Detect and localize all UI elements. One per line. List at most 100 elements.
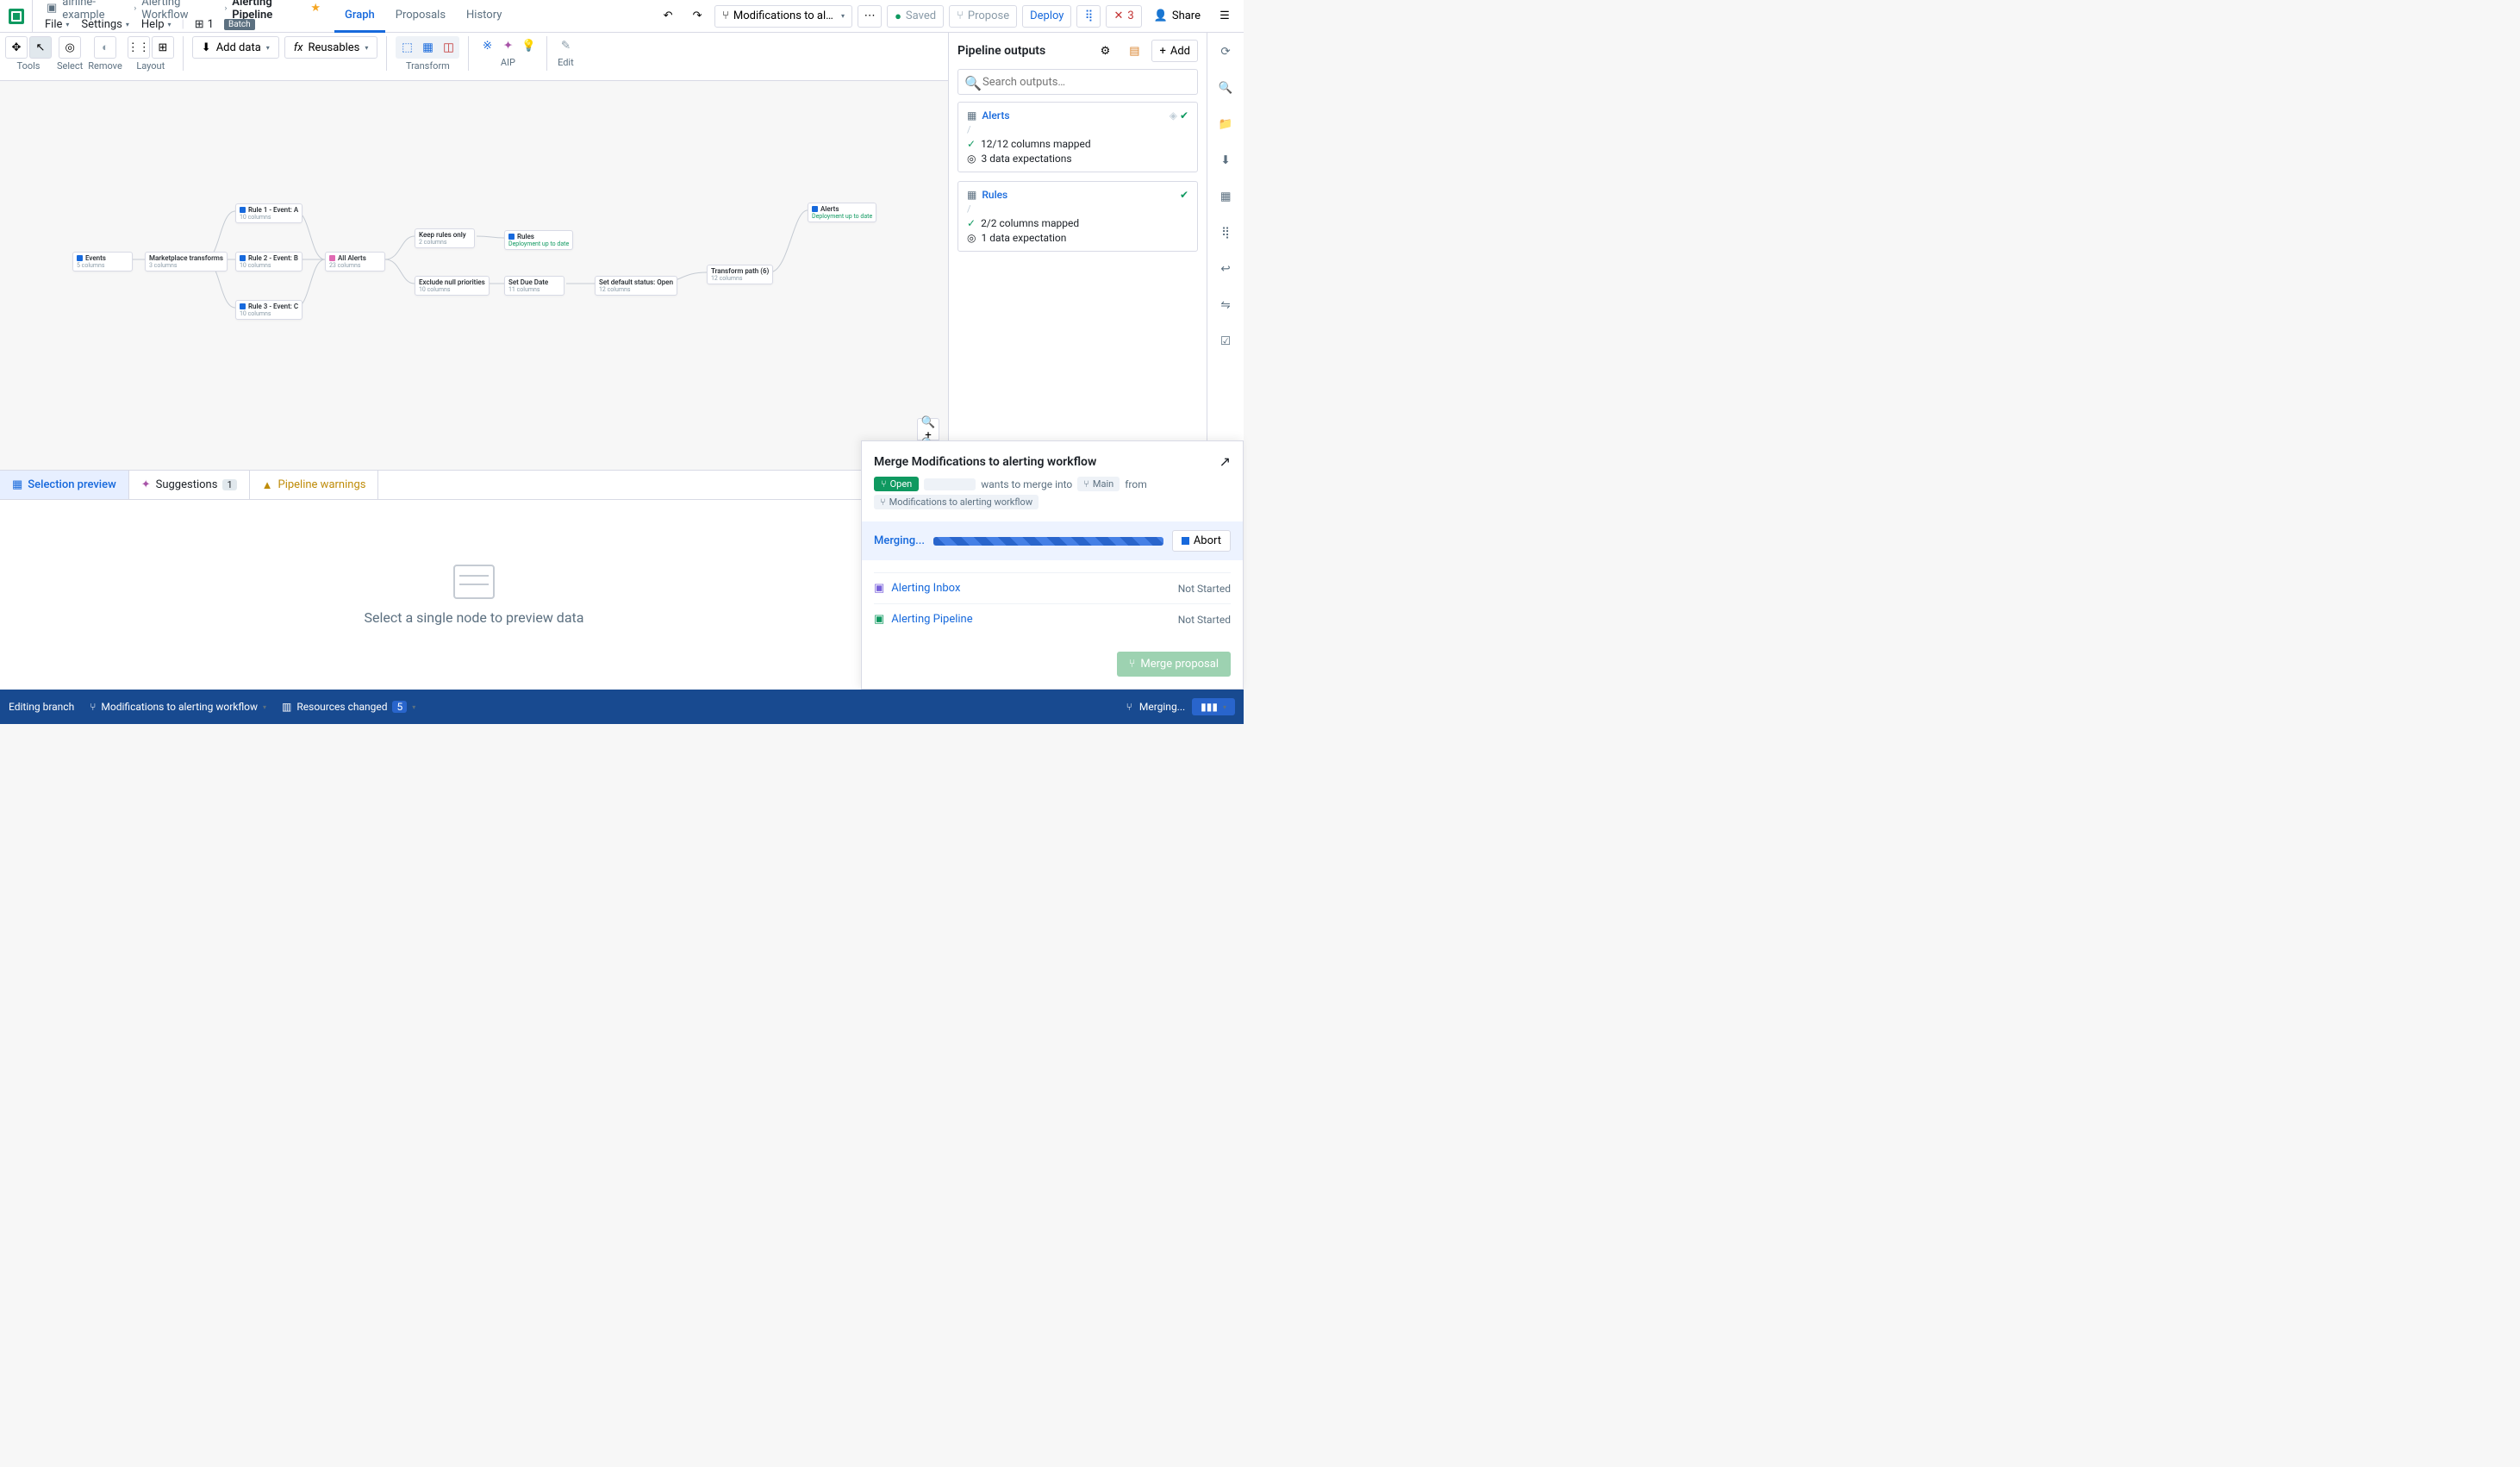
output-item[interactable]: ▦ Rules ✔ / ✓2/2 columns mapped ◎1 data … (957, 181, 1198, 252)
tab-graph[interactable]: Graph (334, 0, 385, 33)
menu-settings[interactable]: Settings▾ (76, 18, 134, 31)
transform-label: Transform (406, 60, 450, 72)
pointer-tool[interactable]: ↖ (29, 36, 52, 59)
graph-canvas[interactable]: Events 5 columns Marketplace transforms … (0, 81, 948, 470)
tab-pipeline-warnings[interactable]: ▲ Pipeline warnings (250, 471, 379, 499)
tab-history[interactable]: History (456, 0, 512, 33)
check-icon: ● (895, 9, 901, 23)
check-circle-icon: ✔ (1180, 109, 1188, 122)
aip-1[interactable]: ※ (477, 36, 496, 55)
search-outputs-input[interactable] (957, 69, 1198, 95)
errors-button[interactable]: ✕ 3 (1106, 5, 1141, 28)
output-item[interactable]: ▦ Alerts ◈ ✔ / ✓12/12 columns mapped ◎3 … (957, 102, 1198, 172)
empty-preview-text: Select a single node to preview data (365, 609, 584, 626)
rail-checks[interactable]: ☑ (1213, 329, 1238, 353)
inbox-icon: ▣ (874, 582, 884, 595)
layout-tree[interactable]: ⋮⋮ (128, 36, 150, 59)
editing-branch-label: Editing branch (9, 701, 74, 713)
pipeline-icon: ▣ (874, 613, 884, 626)
transform-3[interactable]: ◫ (439, 38, 458, 57)
select-tool[interactable]: ◎ (59, 36, 81, 59)
transform-1[interactable]: ⬚ (397, 38, 416, 57)
node-rule3[interactable]: Rule 3 - Event: C 10 columns (235, 300, 303, 320)
node-events[interactable]: Events 5 columns (72, 252, 133, 272)
propose-button[interactable]: ⑂ Propose (949, 5, 1017, 28)
breadcrumb: ▣ airline-example › Alerting Workflow › … (40, 0, 327, 16)
expand-icon[interactable]: ↗ (1219, 453, 1231, 470)
rule-icon (240, 255, 246, 261)
share-button[interactable]: 👤 Share (1147, 5, 1207, 28)
aip-label: AIP (501, 57, 515, 68)
remove-tool[interactable]: ◐ (94, 36, 116, 59)
node-allalerts[interactable]: All Alerts 23 columns (325, 252, 385, 272)
calendar-icon: ▦ (1220, 190, 1232, 203)
deploy-button[interactable]: Deploy (1022, 5, 1071, 28)
outputs-gear[interactable]: ⚙ (1093, 40, 1117, 62)
add-data-button[interactable]: ⬇ Add data ▾ (192, 36, 279, 59)
sliders-icon: ⢿ (1221, 227, 1230, 240)
rail-folder[interactable]: 📁 (1213, 112, 1238, 136)
rail-calendar[interactable]: ▦ (1213, 184, 1238, 209)
more-button[interactable]: ⋯ (858, 5, 882, 28)
branch-dropdown[interactable]: ⑂ Modifications to al… ▾ (714, 5, 852, 28)
branch-icon: ⑂ (722, 9, 729, 22)
cube-icon: ◈ (1170, 109, 1177, 122)
table-icon (77, 255, 83, 261)
undo-button[interactable]: ↶ (656, 5, 680, 28)
merge-proposal-button: ⑂ Merge proposal (1117, 652, 1231, 677)
node-keeprules[interactable]: Keep rules only 2 columns (415, 228, 475, 248)
abort-button[interactable]: Abort (1172, 530, 1231, 552)
tools-label: Tools (17, 60, 41, 72)
tab-suggestions[interactable]: ✦ Suggestions 1 (129, 471, 250, 499)
zoom-in[interactable]: 🔍+ (918, 419, 939, 440)
union-icon (329, 255, 335, 261)
node-rule2[interactable]: Rule 2 - Event: B 10 columns (235, 252, 303, 272)
rail-back[interactable]: ↩ (1213, 257, 1238, 281)
node-alerts[interactable]: Alerts Deployment up to date (808, 203, 876, 222)
status-merging-progress[interactable]: ▮▮▮ ▾ (1192, 698, 1235, 715)
table-icon (508, 234, 515, 240)
outputs-card[interactable]: ▤ (1122, 40, 1146, 62)
open-badge: ⑂ Open (874, 477, 919, 491)
rail-sliders[interactable]: ⢿ (1213, 221, 1238, 245)
transform-2[interactable]: ▦ (418, 38, 437, 57)
rail-refresh[interactable]: ⟳ (1213, 40, 1238, 64)
star-icon[interactable]: ★ (310, 2, 321, 15)
aip-3[interactable]: 💡 (519, 36, 538, 55)
status-resources[interactable]: ▥ Resources changed 5 ▾ (282, 701, 415, 713)
node-marketplace[interactable]: Marketplace transforms 3 columns (145, 252, 228, 272)
pan-tool[interactable]: ✥ (5, 36, 28, 59)
branch-icon: ⑂ (881, 478, 887, 490)
branch-icon: ⑂ (1129, 658, 1136, 671)
node-transformpath[interactable]: Transform path (6) 12 columns (707, 265, 773, 284)
checks-icon: ☑ (1220, 335, 1231, 348)
tab-proposals[interactable]: Proposals (385, 0, 456, 33)
aip-2[interactable]: ✦ (498, 36, 517, 55)
node-setdue[interactable]: Set Due Date 11 columns (504, 276, 565, 296)
layout-label: Layout (136, 60, 165, 72)
node-rule1[interactable]: Rule 1 - Event: A 10 columns (235, 203, 303, 223)
node-setdefault[interactable]: Set default status: Open 12 columns (595, 276, 677, 296)
download-icon: ⬇ (1220, 154, 1230, 167)
table-icon: ▦ (967, 189, 976, 201)
rail-search[interactable]: 🔍 (1213, 76, 1238, 100)
app-logo[interactable] (0, 0, 33, 32)
deploy-settings-button[interactable]: ⢿ (1076, 5, 1101, 28)
add-output-button[interactable]: + Add (1151, 40, 1198, 62)
reusables-button[interactable]: fx Reusables ▾ (284, 36, 378, 59)
batch-badge: Batch (224, 19, 255, 30)
back-icon: ↩ (1220, 263, 1230, 276)
rail-download[interactable]: ⬇ (1213, 148, 1238, 172)
menu-file[interactable]: File▾ (40, 18, 74, 31)
status-branch[interactable]: ⑂ Modifications to alerting workflow ▾ (90, 701, 266, 713)
list-icon[interactable]: ☰ (1213, 5, 1237, 28)
rail-compare[interactable]: ⇋ (1213, 293, 1238, 317)
node-excludenull[interactable]: Exclude null priorities 10 columns (415, 276, 490, 296)
target-branch: ⑂Main (1077, 477, 1120, 491)
node-rules[interactable]: Rules Deployment up to date (504, 230, 573, 250)
check-icon: ✓ (967, 138, 976, 150)
redo-button[interactable]: ↷ (685, 5, 709, 28)
menu-help[interactable]: Help▾ (136, 18, 177, 31)
tab-selection-preview[interactable]: ▦ Selection preview (0, 471, 129, 499)
layout-grid[interactable]: ⊞ (152, 36, 174, 59)
